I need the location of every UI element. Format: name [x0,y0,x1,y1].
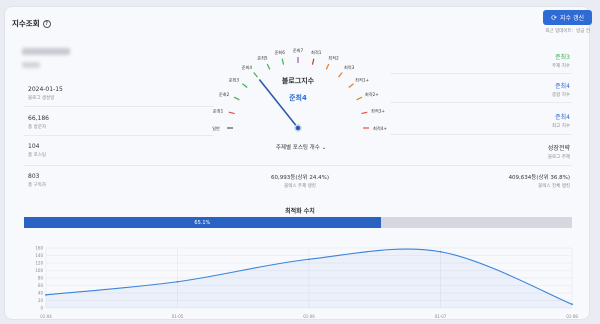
y-tick-label: 160 [35,246,43,251]
gauge-tick [356,96,363,101]
gauge-tick [325,63,330,70]
gauge-tick [311,58,315,65]
gauge-label: 최적3 [344,64,355,71]
gauge-tick [338,72,343,78]
gauge-label: 최적4+ [373,125,387,132]
x-tick-label: 01-07 [435,314,447,319]
total-index-stat: 준최4 종합 지수 [552,83,570,98]
optimization-progress: 65.1% [24,217,572,228]
divider [390,102,572,103]
data-point[interactable] [571,303,573,306]
gauge-tick [361,111,368,115]
gauge-label: 준최6 [275,49,286,56]
gauge-tick [266,63,271,70]
gauge-label: 준최1 [213,108,224,115]
gauge-hub [294,124,302,132]
gauge-tick [348,83,354,88]
x-tick-label: 01-05 [172,314,184,319]
refresh-icon: ⟳ [551,13,557,22]
data-point[interactable] [439,250,442,253]
gauge-label: 최적2+ [365,91,379,98]
data-point[interactable] [45,293,47,296]
blurred-blog-name [22,48,70,55]
divider [24,106,214,107]
y-tick-label: 60 [38,283,44,288]
data-point[interactable] [176,280,179,283]
gauge-label: 최적1 [311,49,322,56]
gauge-label: 준최2 [219,91,230,98]
optimization-title: 최적화 수치 [285,208,315,215]
panel-title: 지수조회 ? [12,18,51,29]
gauge-label: 준최4 [242,64,253,71]
chevron-down-icon: ⌄ [321,145,327,151]
gauge-tick [228,111,235,115]
gauge-tick [253,72,258,78]
x-tick-label: 01-08 [566,314,578,319]
x-tick-label: 01-04 [40,314,52,319]
help-icon[interactable]: ? [42,19,51,28]
gauge-label: 준최3 [229,76,240,83]
topic-posts-dropdown[interactable]: 주제별 포스팅 개수 ⌄ [256,143,346,151]
gauge-label: 준최7 [293,47,304,54]
created-date-stat: 2024-01-15 블로그 생성일 [28,86,63,101]
overall-rank: 409,634등(상위 36.8%) 블렉스 전체 랭킹 [508,175,570,189]
gauge-tick [281,58,285,65]
y-tick-label: 0 [40,306,43,311]
x-tick-label: 01-06 [303,314,315,319]
gauge-label: 일반 [212,125,220,131]
blog-topic-stat: 성장전략 블로그 주제 [547,145,570,160]
divider [24,135,214,136]
gauge-tick [242,83,248,88]
y-tick-label: 100 [35,268,43,273]
gauge-label: 준최5 [257,55,268,62]
best-index-stat: 준최4 최고 지수 [552,114,570,129]
posts-stat: 104 총 포스팅 [28,143,46,158]
gauge-label: 최적2 [328,55,339,62]
gauge-value: 준최4 [289,94,307,102]
gauge-title: 블로그지수 [281,77,315,85]
last-updated: 최근 업데이트: 방금 전 [545,29,590,34]
y-tick-label: 120 [35,261,43,266]
y-tick-label: 80 [38,276,44,281]
gauge-label: 최적1+ [355,76,369,83]
y-tick-label: 40 [38,291,44,296]
gauge-tick [233,96,240,101]
divider [390,73,572,74]
blog-index-gauge: 일반준최1준최2준최3준최4준최5준최6 준최7 최적1최적2최적3최적1+최적2+… [212,47,387,132]
gauge-needle [258,79,299,129]
gauge-label: 최적3+ [371,108,385,115]
data-point[interactable] [308,258,310,261]
divider [24,165,572,166]
refresh-index-button[interactable]: ⟳ 지수 갱신 [543,10,592,25]
index-trend-chart: 0 20 40 60 80 100 120 140 160 01-04 01-05 01-06 01-0… [35,246,578,320]
y-tick-label: 20 [38,298,44,303]
blurred-blog-id [22,62,40,68]
visitors-stat: 66,186 총 방문자 [28,115,49,130]
divider [390,134,572,135]
optimization-progress-text: 65.1% [194,219,211,226]
y-tick-label: 140 [35,253,43,258]
topic-index-stat: 준최3 주제 지수 [552,54,570,69]
